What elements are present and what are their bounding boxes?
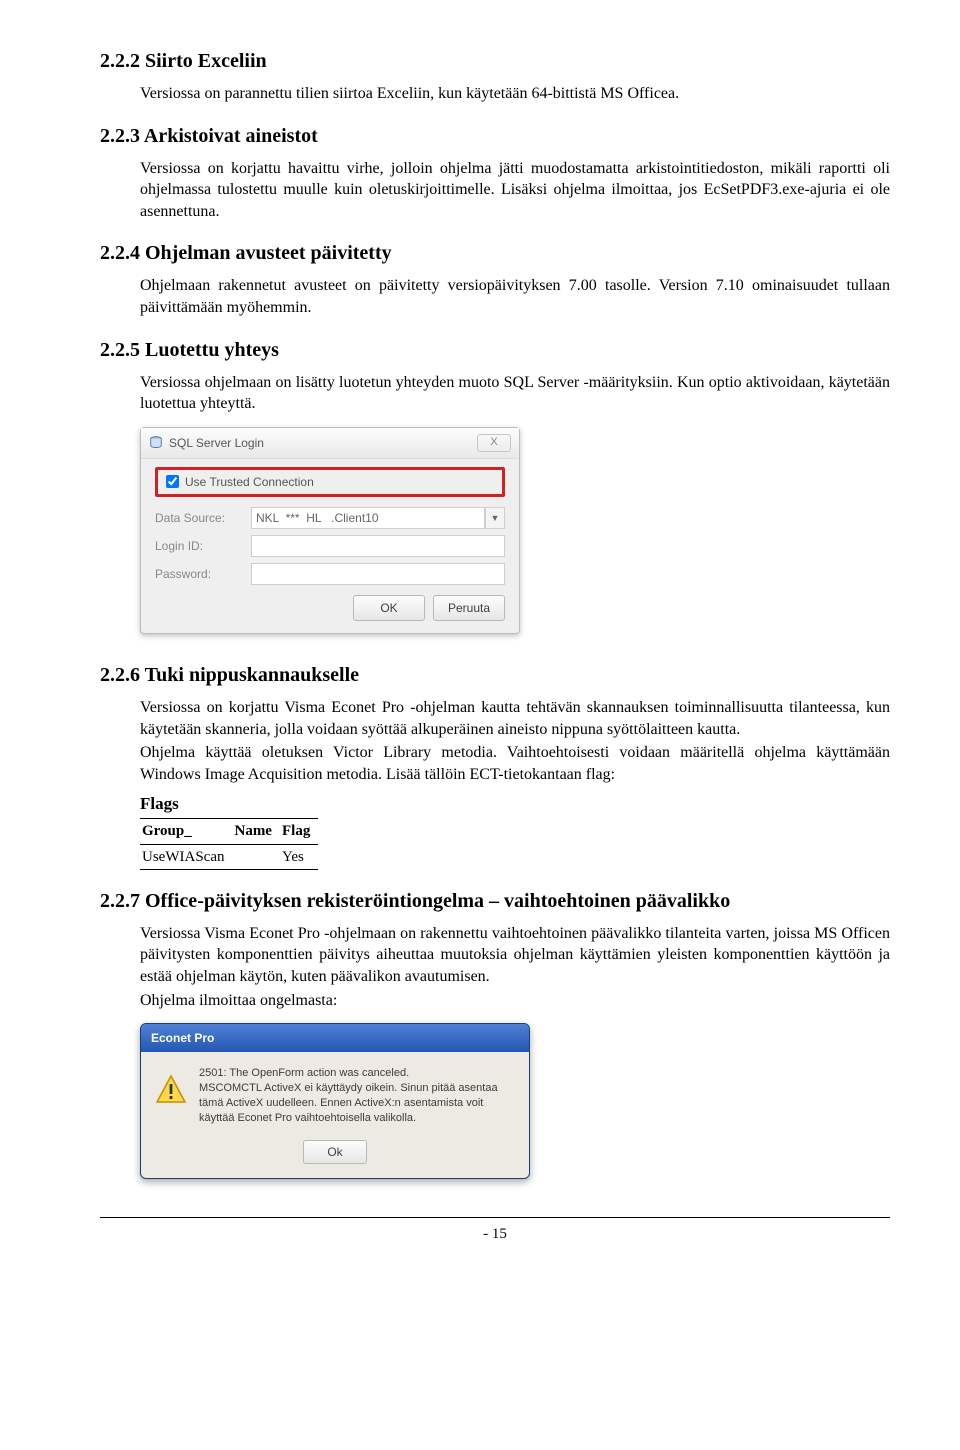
login-id-label: Login ID: [155, 538, 243, 554]
table-header-row: Group_ Name Flag [140, 819, 318, 844]
data-source-input[interactable] [251, 507, 485, 529]
heading-222: 2.2.2 Siirto Exceliin [100, 48, 890, 75]
para-222-1: Versiossa on parannettu tilien siirtoa E… [140, 83, 890, 105]
para-224-1: Ohjelmaan rakennetut avusteet on päivite… [140, 275, 890, 318]
heading-223: 2.2.3 Arkistoivat aineistot [100, 123, 890, 150]
flags-table-block: Flags Group_ Name Flag UseWIAScan Yes [140, 793, 890, 869]
heading-225: 2.2.5 Luotettu yhteys [100, 337, 890, 364]
close-icon[interactable]: X [477, 434, 511, 452]
data-source-label: Data Source: [155, 510, 243, 526]
table-row: UseWIAScan Yes [140, 844, 318, 869]
database-icon [149, 436, 163, 450]
econet-dialog-title: Econet Pro [141, 1024, 529, 1052]
econet-ok-button[interactable]: Ok [303, 1140, 367, 1164]
cancel-button[interactable]: Peruuta [433, 595, 505, 621]
warning-icon [155, 1074, 187, 1106]
cell-name [232, 844, 280, 869]
flags-caption: Flags [140, 793, 890, 816]
ok-button[interactable]: OK [353, 595, 425, 621]
trusted-connection-label: Use Trusted Connection [185, 474, 314, 490]
heading-227: 2.2.7 Office-päivityksen rekisteröintion… [100, 888, 890, 915]
para-225-1: Versiossa ohjelmaan on lisätty luotetun … [140, 372, 890, 415]
chevron-down-icon[interactable]: ▼ [485, 507, 505, 529]
heading-224: 2.2.4 Ohjelman avusteet päivitetty [100, 240, 890, 267]
para-227-1: Versiossa Visma Econet Pro -ohjelmaan on… [140, 923, 890, 988]
heading-226: 2.2.6 Tuki nippuskannaukselle [100, 662, 890, 689]
trusted-connection-checkbox[interactable] [166, 475, 179, 488]
dialog-title: SQL Server Login [169, 435, 264, 451]
sql-server-login-dialog: SQL Server Login X Use Trusted Connectio… [140, 427, 520, 634]
login-id-input [251, 535, 505, 557]
page-footer: - 15 [100, 1217, 890, 1244]
para-227-2: Ohjelma ilmoittaa ongelmasta: [140, 990, 890, 1012]
password-label: Password: [155, 566, 243, 582]
dialog-titlebar: SQL Server Login X [141, 428, 519, 459]
trusted-connection-row[interactable]: Use Trusted Connection [155, 467, 505, 497]
password-input [251, 563, 505, 585]
econet-pro-dialog: Econet Pro 2501: The OpenForm action was… [140, 1023, 530, 1179]
col-name: Name [232, 819, 280, 844]
para-223-1: Versiossa on korjattu havaittu virhe, jo… [140, 158, 890, 223]
cell-flag: Yes [280, 844, 318, 869]
para-226-2: Ohjelma käyttää oletuksen Victor Library… [140, 742, 890, 785]
flags-table: Group_ Name Flag UseWIAScan Yes [140, 818, 318, 870]
para-226-1: Versiossa on korjattu Visma Econet Pro -… [140, 697, 890, 740]
cell-group: UseWIAScan [140, 844, 232, 869]
col-group: Group_ [140, 819, 232, 844]
econet-dialog-message: 2501: The OpenForm action was canceled.M… [199, 1066, 515, 1125]
col-flag: Flag [280, 819, 318, 844]
